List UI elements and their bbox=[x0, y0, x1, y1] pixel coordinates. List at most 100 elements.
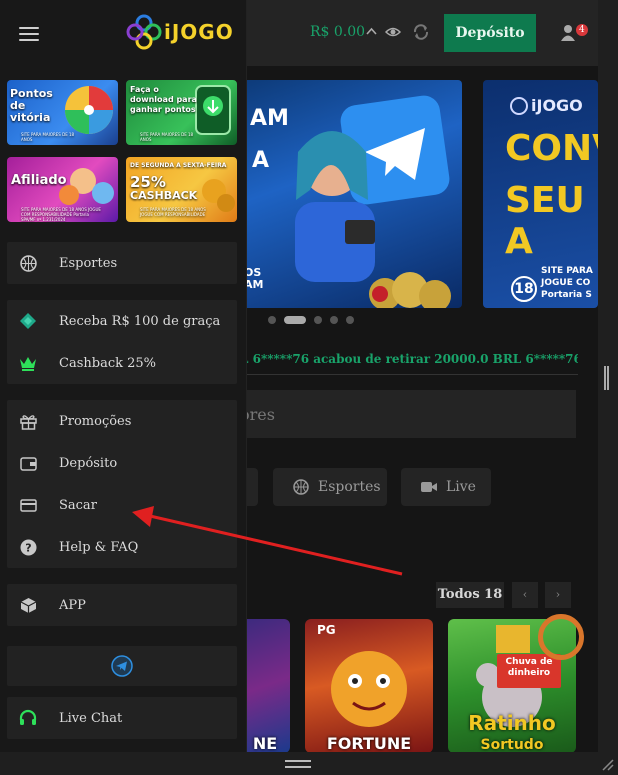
notification-badge: 4 bbox=[576, 24, 588, 36]
sidebar-item-label: Sacar bbox=[59, 497, 97, 513]
promo-title: Afiliado bbox=[11, 173, 67, 188]
cube-icon bbox=[19, 596, 37, 614]
sidebar-item-cashback[interactable]: Cashback 25% bbox=[7, 342, 237, 384]
menu-group-telegram bbox=[7, 646, 237, 686]
promo-subtitle: DE SEGUNDA A SEXTA-FEIRA bbox=[130, 162, 227, 169]
tab-live-label: Live bbox=[446, 479, 476, 495]
sidebar-item-esportes[interactable]: Esportes bbox=[7, 242, 237, 284]
banner2-fine2: JOGUE CO bbox=[541, 278, 591, 288]
age-18-badge: 18 bbox=[511, 276, 537, 302]
carousel-dot[interactable] bbox=[330, 316, 338, 324]
prev-page-button[interactable]: ‹ bbox=[512, 582, 538, 608]
promo-fine-print: SITE PARA MAIORES DE 18 ANOS bbox=[21, 132, 75, 142]
basketball-icon bbox=[19, 254, 37, 272]
promo-banner-telegram[interactable]: AM A OS AM bbox=[240, 80, 462, 308]
sidebar-header: iJOGO bbox=[0, 0, 246, 66]
chevron-up-icon[interactable] bbox=[366, 26, 377, 37]
fortune-tiger-art bbox=[331, 651, 407, 727]
carousel-dot[interactable] bbox=[314, 316, 322, 324]
logo-flower-icon bbox=[126, 14, 162, 50]
tab-esportes[interactable]: Esportes bbox=[273, 468, 387, 506]
promo-card-cashback[interactable]: DE SEGUNDA A SEXTA-FEIRA 25% CASHBACK SI… bbox=[126, 157, 237, 222]
promo-card-pontos[interactable]: Pontos de vitória SITE PARA MAIORES DE 1… bbox=[7, 80, 118, 145]
game-card-fortune[interactable]: PG FORTUNE bbox=[305, 619, 433, 752]
telegram-link[interactable] bbox=[7, 646, 237, 686]
resize-handle[interactable] bbox=[285, 760, 311, 768]
help-icon: ? bbox=[19, 538, 37, 556]
banner2-brand: iJOGO bbox=[531, 96, 583, 115]
divider bbox=[240, 374, 578, 375]
brand-logo[interactable]: iJOGO bbox=[126, 14, 234, 50]
sidebar-item-label: Live Chat bbox=[59, 710, 123, 726]
tab-live[interactable]: Live bbox=[401, 468, 491, 506]
menu-group-sports: Esportes bbox=[7, 242, 237, 284]
game-title: NE bbox=[252, 734, 278, 752]
game-provider: PG bbox=[317, 623, 336, 637]
banner1-text-mid: A bbox=[252, 148, 270, 173]
sidebar-item-label: Esportes bbox=[59, 255, 118, 271]
carousel-dots bbox=[268, 316, 354, 324]
sidebar-item-app[interactable]: APP bbox=[7, 584, 237, 626]
banner2-fine3: Portaria S bbox=[541, 290, 592, 300]
menu-group-chat: Live Chat bbox=[7, 697, 237, 739]
menu-group-bonus: Receba R$ 100 de graça Cashback 25% bbox=[7, 300, 237, 384]
telegram-icon bbox=[111, 655, 133, 677]
support-float-button[interactable] bbox=[538, 614, 584, 660]
sidebar-item-live-chat[interactable]: Live Chat bbox=[7, 697, 237, 739]
gift-icon bbox=[19, 412, 37, 430]
headset-icon bbox=[19, 709, 37, 727]
sidebar-menu: iJOGO Pontos de vitória SITE PARA MAIORE… bbox=[0, 0, 247, 752]
promo-title: Pontos de vitória bbox=[10, 87, 53, 124]
sidebar-item-help[interactable]: ? Help & FAQ bbox=[7, 526, 237, 568]
sidebar-item-promocoes[interactable]: Promoções bbox=[7, 400, 237, 442]
eye-icon[interactable] bbox=[385, 25, 401, 39]
sidebar-item-sacar[interactable]: Sacar bbox=[7, 484, 237, 526]
logo-text: iJOGO bbox=[164, 20, 234, 44]
video-camera-icon bbox=[421, 482, 437, 492]
search-input[interactable]: ores bbox=[240, 390, 576, 438]
sidebar-item-label: Receba R$ 100 de graça bbox=[59, 313, 221, 329]
scrollbar-handle[interactable] bbox=[604, 366, 609, 390]
promo-fine-print: SITE PARA MAIORES DE 18 ANOS bbox=[140, 132, 194, 142]
promo-card-download[interactable]: Faça o download para ganhar pontos SITE … bbox=[126, 80, 237, 145]
menu-group-app: APP bbox=[7, 584, 237, 626]
banner2-headline: CONV bbox=[505, 128, 598, 169]
promo-fine-print: SITE PARA MAIORES DE 18 ANOS JOGUE COM R… bbox=[140, 207, 206, 217]
basketball-icon bbox=[293, 479, 309, 495]
promo-title-2: CASHBACK bbox=[130, 189, 198, 202]
promo-title: Faça o download para ganhar pontos bbox=[130, 85, 197, 114]
tab-esportes-label: Esportes bbox=[318, 479, 381, 495]
sidebar-item-deposito[interactable]: Depósito bbox=[7, 442, 237, 484]
carousel-dot[interactable] bbox=[268, 316, 276, 324]
sidebar-item-label: Help & FAQ bbox=[59, 539, 139, 555]
withdrawal-ticker: L 6*****76 acabou de retirar 20000.0 BRL… bbox=[240, 352, 578, 366]
sidebar-item-label: Depósito bbox=[59, 455, 118, 471]
todos-button[interactable]: Todos 18 bbox=[436, 582, 504, 608]
deposit-button[interactable]: Depósito bbox=[444, 14, 536, 52]
sidebar-item-label: APP bbox=[59, 597, 86, 613]
promo-card-afiliado[interactable]: Afiliado SITE PARA MAIORES DE 18 ANOS JO… bbox=[7, 157, 118, 222]
menu-group-account: Promoções Depósito Sacar ? Help & FAQ bbox=[7, 400, 237, 568]
refresh-icon[interactable] bbox=[412, 23, 430, 41]
wallet-icon bbox=[19, 454, 37, 472]
promo-fine-print: SITE PARA MAIORES DE 18 ANOS JOGUE COM R… bbox=[21, 207, 101, 222]
window-resize-grip-icon[interactable] bbox=[600, 757, 614, 771]
banner1-text-top: AM bbox=[250, 106, 289, 131]
user-icon[interactable] bbox=[560, 24, 578, 42]
banner2-headline2: SEU A bbox=[505, 180, 585, 262]
carousel-dot-active[interactable] bbox=[284, 316, 306, 324]
banner2-fine1: SITE PARA bbox=[541, 266, 593, 276]
chuva-de-dinheiro-badge[interactable]: Chuva de dinheiro bbox=[497, 654, 561, 688]
sidebar-item-receba[interactable]: Receba R$ 100 de graça bbox=[7, 300, 237, 342]
hamburger-menu-icon[interactable] bbox=[19, 27, 39, 41]
game-title: FORTUNE bbox=[326, 734, 412, 752]
promo-banner-convide[interactable]: iJOGO CONV SEU A 18 SITE PARA JOGUE CO P… bbox=[483, 80, 598, 308]
carousel-dot[interactable] bbox=[346, 316, 354, 324]
sidebar-item-label: Cashback 25% bbox=[59, 355, 156, 371]
card-icon bbox=[19, 496, 37, 514]
game-title-2: Sortudo bbox=[480, 737, 544, 752]
sidebar-item-label: Promoções bbox=[59, 413, 132, 429]
next-page-button[interactable]: › bbox=[545, 582, 571, 608]
game-card[interactable]: NE bbox=[240, 619, 290, 752]
diamond-icon bbox=[19, 312, 37, 330]
